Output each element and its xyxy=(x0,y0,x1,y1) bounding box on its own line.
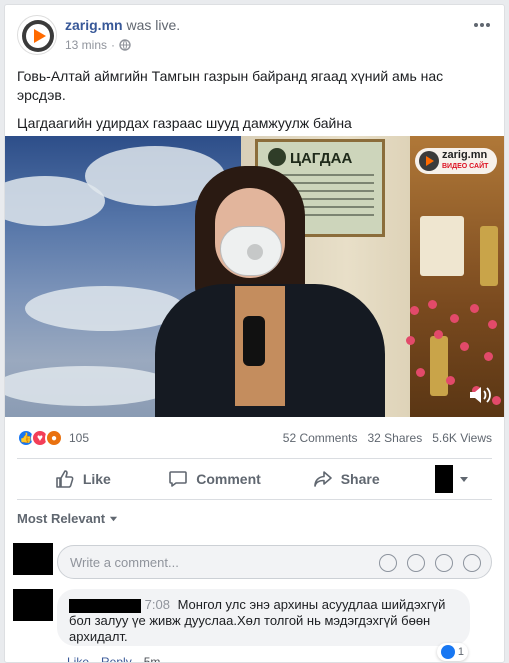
like-label: Like xyxy=(82,471,111,487)
comment-placeholder: Write a comment... xyxy=(70,554,179,570)
gif-icon[interactable] xyxy=(435,554,453,572)
redacted-avatar xyxy=(435,465,454,493)
sort-label: Most Relevant xyxy=(17,511,106,526)
sign-title: ЦАГДАА xyxy=(290,150,353,167)
angry-reaction-icon: ● xyxy=(45,429,63,447)
redacted-user-avatar xyxy=(13,543,53,575)
post-stats: 👍 ♥ ● 105 52 Comments 32 Shares 5.6K Vie… xyxy=(17,427,492,449)
comment-label: Comment xyxy=(196,471,261,487)
author-name[interactable]: zarig.mn xyxy=(65,17,123,33)
post-paragraph-1: Говь-Алтай аймгийн Тамгын газрын байранд… xyxy=(17,68,444,103)
camera-icon[interactable] xyxy=(407,554,425,572)
like-reaction-icon xyxy=(440,645,455,659)
post-meta: 13 mins · xyxy=(65,38,131,52)
police-seal-icon xyxy=(268,148,286,166)
comment-icon xyxy=(169,471,188,487)
globe-icon xyxy=(119,39,131,51)
post-time[interactable]: 13 mins xyxy=(65,38,107,52)
comment-bubble: 7:08 Монгол улс энэ архины асуудлаа шийд… xyxy=(57,589,470,646)
chevron-down-icon xyxy=(110,516,118,522)
post-author-line: zarig.mn was live. xyxy=(65,17,180,33)
share-button[interactable]: Share xyxy=(280,469,412,489)
comment-reply-link[interactable]: Reply xyxy=(101,655,132,662)
comments-count[interactable]: 52 Comments xyxy=(283,431,358,445)
reaction-icons[interactable]: 👍 ♥ ● xyxy=(17,429,63,447)
reporter xyxy=(155,166,385,417)
play-logo-icon xyxy=(419,151,439,171)
author-action: was live. xyxy=(126,17,181,33)
live-video[interactable]: ЦАГДАА zarig.mn ВИДЕО САЙТ xyxy=(5,136,504,417)
comment-like-count: 1 xyxy=(457,646,464,658)
write-comment-row: Write a comment... xyxy=(13,543,492,579)
share-icon xyxy=(313,471,332,487)
thumbs-up-icon xyxy=(56,470,74,488)
more-options-icon[interactable] xyxy=(472,15,492,35)
chevron-down-icon xyxy=(460,477,469,482)
share-label: Share xyxy=(340,471,380,487)
badge-title: zarig.mn xyxy=(442,149,488,161)
post-header: zarig.mn was live. 13 mins · xyxy=(17,15,492,59)
volume-icon[interactable] xyxy=(468,385,492,405)
like-button[interactable]: Like xyxy=(17,469,149,489)
emoji-icon[interactable] xyxy=(379,554,397,572)
audience-selector[interactable] xyxy=(412,465,492,493)
redacted-commenter-avatar[interactable] xyxy=(13,589,53,621)
microphone xyxy=(243,316,265,366)
comment-age[interactable]: 5m xyxy=(144,655,161,662)
views-count[interactable]: 5.6K Views xyxy=(432,431,492,445)
comment-links: Like · Reply · 5m xyxy=(67,655,161,662)
comment-button[interactable]: Comment xyxy=(149,469,281,489)
post-text: Говь-Алтай аймгийн Тамгын газрын байранд… xyxy=(17,67,492,142)
zarig-logo-icon xyxy=(22,20,54,52)
divider xyxy=(17,499,492,500)
comment-input[interactable]: Write a comment... xyxy=(57,545,492,579)
reaction-count[interactable]: 105 xyxy=(69,431,89,445)
post-card: zarig.mn was live. 13 mins · Говь-Алтай … xyxy=(4,4,505,663)
redacted-commenter-name[interactable] xyxy=(69,598,141,613)
divider xyxy=(17,458,492,459)
comment-like-link[interactable]: Like xyxy=(67,655,89,662)
post-paragraph-2: Цагдаагийн удирдах газраас шууд дамжуулж… xyxy=(17,115,352,131)
watermark-badge: zarig.mn ВИДЕО САЙТ xyxy=(415,148,497,174)
comment-time: 7:08 xyxy=(144,597,170,612)
badge-subtitle: ВИДЕО САЙТ xyxy=(442,163,489,170)
action-bar: Like Comment Share xyxy=(17,463,492,495)
comment-like-badge[interactable]: 1 xyxy=(436,643,468,661)
shares-count[interactable]: 32 Shares xyxy=(367,431,422,445)
page-avatar[interactable] xyxy=(17,15,57,55)
sticker-icon[interactable] xyxy=(463,554,481,572)
sort-dropdown[interactable]: Most Relevant xyxy=(17,511,118,526)
